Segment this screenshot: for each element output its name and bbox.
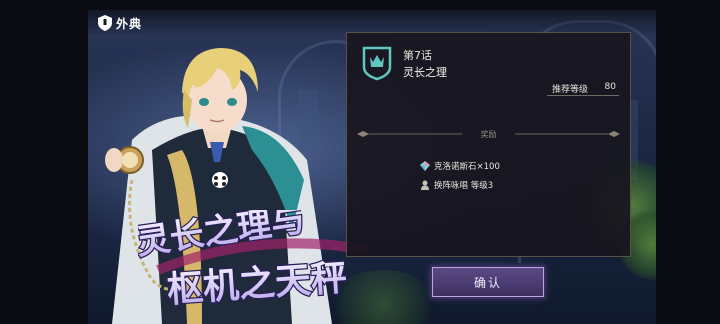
story-title-logo: 灵长之理与 枢机之天秤 bbox=[138, 210, 369, 312]
chapter-number: 第7话 bbox=[403, 49, 432, 62]
crown-shield-icon bbox=[362, 46, 392, 81]
recommended-level-value: 80 bbox=[604, 82, 616, 92]
chapter-info-panel: 第7话 灵长之理 推荐等级 80 奖励 克洛诺斯石×100 换阵咏唱 等级3 bbox=[346, 32, 631, 257]
reward-label: 奖励 bbox=[480, 130, 497, 139]
reward-item: 换阵咏唱 等级3 bbox=[420, 178, 493, 192]
character-icon bbox=[421, 180, 429, 190]
game-screen: 灵长之理与 枢机之天秤 外典 第7话 灵长之理 推荐等级 80 奖励 克洛诺斯石… bbox=[88, 10, 656, 324]
reward-item: 克洛诺斯石×100 bbox=[420, 159, 500, 173]
reward-text: 换阵咏唱 等级3 bbox=[434, 181, 494, 191]
chapter-name: 灵长之理 bbox=[403, 66, 447, 79]
shield-icon bbox=[98, 15, 112, 31]
recommended-level-label: 推荐等级 bbox=[552, 85, 589, 95]
crystal-icon bbox=[420, 161, 430, 171]
reward-text: 克洛诺斯石×100 bbox=[434, 162, 500, 172]
divider bbox=[547, 95, 619, 96]
logo-line-2: 枢机之天秤 bbox=[166, 257, 349, 311]
confirm-button[interactable]: 确认 bbox=[432, 267, 544, 297]
page-title: 外典 bbox=[116, 17, 143, 31]
